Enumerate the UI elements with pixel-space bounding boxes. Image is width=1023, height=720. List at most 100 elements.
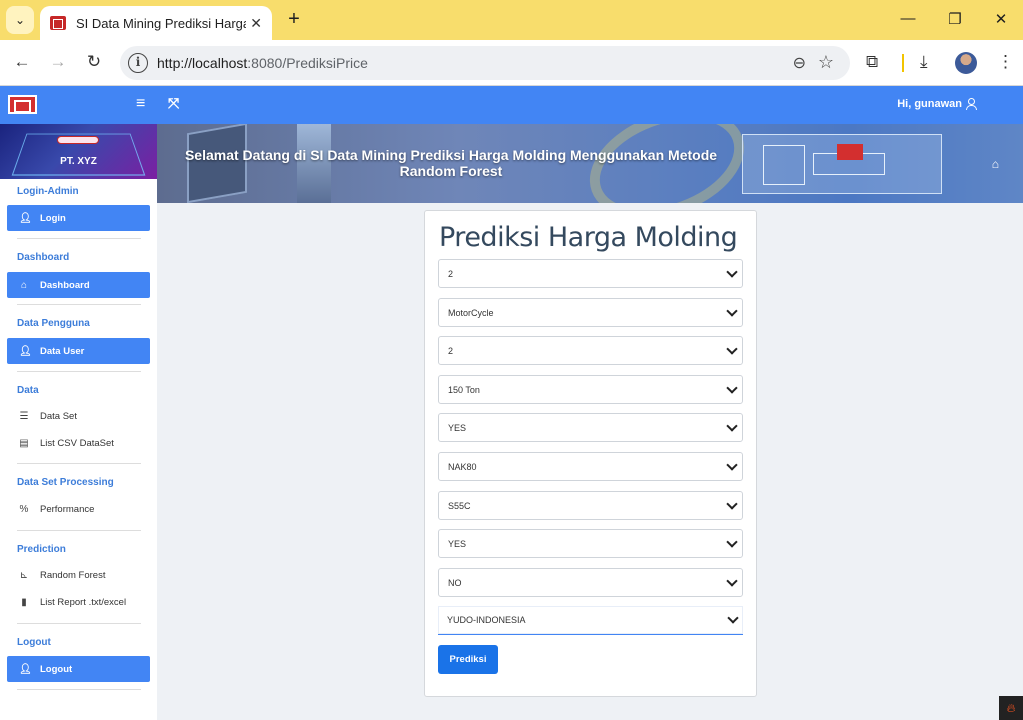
sidebar-divider	[17, 530, 141, 531]
sidebar-divider	[17, 371, 141, 372]
select-field-7[interactable]: S55C	[438, 491, 743, 520]
select-field-2[interactable]: MotorCycle	[438, 298, 743, 327]
sidebar-item-label: List CSV DataSet	[40, 438, 114, 449]
toolbar-separator	[902, 54, 904, 72]
company-name: PT. XYZ	[60, 156, 97, 167]
select-field-10[interactable]: YUDO-INDONESIA	[438, 606, 743, 635]
sidebar-item-list-report[interactable]: ▮ List Report .txt/excel	[19, 597, 126, 608]
tab-title: SI Data Mining Prediksi Harga M	[76, 15, 246, 31]
banner-machine-detail	[837, 144, 863, 160]
hamburger-menu-icon[interactable]: ≡	[136, 95, 145, 113]
user-greeting: Hi, gunawan	[897, 98, 962, 110]
section-logout: Logout	[17, 637, 51, 648]
sidebar-item-label: Logout	[40, 663, 73, 675]
chevron-down-icon	[726, 420, 738, 432]
sidebar-item-label: Login	[40, 212, 66, 224]
sidebar-item-label: Data Set	[40, 411, 77, 422]
profile-avatar[interactable]	[955, 52, 977, 74]
select-field-9[interactable]: NO	[438, 568, 743, 597]
url-text[interactable]: http://localhost:8080/PrediksiPrice	[157, 55, 368, 71]
section-processing: Data Set Processing	[17, 477, 114, 488]
site-favicon-icon	[50, 16, 66, 30]
sidebar-divider	[17, 463, 141, 464]
select-field-1[interactable]: 2	[438, 259, 743, 288]
sidebar-divider	[17, 689, 141, 690]
select-field-6[interactable]: NAK80	[438, 452, 743, 481]
reload-icon[interactable]: ↻	[83, 52, 105, 72]
new-tab-button[interactable]: +	[282, 8, 306, 32]
address-bar[interactable]: i http://localhost:8080/PrediksiPrice ⊖ …	[120, 46, 850, 80]
sidebar-item-logout[interactable]: 👤︎ Logout	[7, 656, 150, 682]
browser-menu-icon[interactable]: ⋮	[997, 52, 1014, 72]
sidebar-item-label: Dashboard	[40, 279, 90, 291]
forward-arrow-icon[interactable]: →	[47, 52, 69, 72]
sidebar-item-data-user[interactable]: 👤︎ Data User	[7, 338, 150, 364]
select-value: 2	[448, 345, 454, 356]
select-value: NAK80	[448, 461, 477, 472]
select-field-4[interactable]: 150 Ton	[438, 375, 743, 404]
sidebar-item-label: List Report .txt/excel	[40, 597, 127, 608]
user-menu[interactable]: Hi, gunawan	[897, 98, 977, 110]
sidebar-divider	[17, 623, 141, 624]
user-icon	[966, 98, 977, 110]
sidebar-company-banner: PT. XYZ	[0, 124, 157, 179]
bookmark-star-icon[interactable]: ☆	[818, 52, 834, 73]
tab-list-chevron-icon[interactable]: ⌄	[6, 6, 34, 34]
section-dashboard: Dashboard	[17, 252, 70, 263]
chevron-down-icon	[726, 266, 738, 278]
sidebar: PT. XYZ Login-Admin 👤︎ Login Dashboard ⌂…	[0, 124, 157, 720]
user-plus-icon: 👤︎	[19, 345, 32, 357]
app-navbar: ≡ ⤧ Hi, gunawan	[0, 86, 1023, 124]
select-field-3[interactable]: 2	[438, 336, 743, 365]
select-field-5[interactable]: YES	[438, 413, 743, 442]
window-restore-button[interactable]: ❐	[945, 10, 965, 28]
chart-icon: ⊾	[19, 570, 29, 581]
zoom-icon[interactable]: ⊖	[793, 53, 806, 73]
select-value: 2	[448, 268, 454, 279]
select-value: S55C	[448, 500, 471, 511]
company-badge-logo	[57, 136, 99, 144]
brand-logo[interactable]	[8, 95, 37, 114]
section-data: Data	[17, 385, 39, 396]
sidebar-item-label: Data User	[40, 345, 85, 357]
home-icon[interactable]: ⌂	[992, 157, 999, 171]
percent-icon: %	[19, 504, 29, 515]
window-close-button[interactable]: ✕	[991, 10, 1011, 28]
database-icon: ☰	[19, 411, 29, 422]
prediction-form-card: Prediksi Harga Molding 2 MotorCycle 2 15…	[424, 210, 757, 697]
sidebar-item-performance[interactable]: % Performance	[19, 504, 95, 515]
chevron-down-icon	[726, 498, 738, 510]
browser-toolbar: ← → ↻ i http://localhost:8080/PrediksiPr…	[0, 40, 1023, 86]
sidebar-item-list-csv[interactable]: ▤ List CSV DataSet	[19, 438, 114, 449]
sidebar-item-label: Performance	[40, 504, 95, 515]
select-value: YES	[448, 538, 467, 549]
section-prediction: Prediction	[17, 544, 66, 555]
url-path: :8080/PrediksiPrice	[247, 55, 368, 71]
browser-tab-bar: ⌄ SI Data Mining Prediksi Harga M ✕ + — …	[0, 0, 1023, 40]
site-info-icon[interactable]: i	[128, 53, 148, 73]
chevron-down-icon	[726, 575, 738, 587]
chevron-down-icon	[726, 536, 738, 548]
sidebar-item-random-forest[interactable]: ⊾ Random Forest	[19, 570, 106, 581]
download-icon[interactable]: ⤓	[920, 52, 928, 72]
flame-icon[interactable]: 🔥︎	[999, 696, 1023, 720]
sidebar-item-data-set[interactable]: ☰ Data Set	[19, 411, 77, 422]
sidebar-item-dashboard[interactable]: ⌂ Dashboard	[7, 272, 150, 298]
user-icon: 👤︎	[19, 663, 32, 675]
chevron-down-icon	[726, 382, 738, 394]
browser-tab[interactable]: SI Data Mining Prediksi Harga M ✕	[40, 6, 272, 40]
window-minimize-button[interactable]: —	[898, 10, 918, 27]
select-field-8[interactable]: YES	[438, 529, 743, 558]
url-host: http://localhost	[157, 55, 248, 71]
table-icon: ▤	[19, 438, 29, 449]
fullscreen-expand-icon[interactable]: ⤧	[168, 95, 179, 112]
tab-close-icon[interactable]: ✕	[250, 15, 262, 32]
select-value: YUDO-INDONESIA	[447, 615, 526, 625]
extensions-icon[interactable]: ⧉	[866, 52, 878, 72]
section-login-admin: Login-Admin	[17, 186, 79, 197]
sidebar-item-login[interactable]: 👤︎ Login	[7, 205, 150, 231]
sidebar-divider	[17, 238, 141, 239]
back-arrow-icon[interactable]: ←	[11, 52, 33, 72]
chevron-down-icon	[727, 612, 739, 624]
predict-button[interactable]: Prediksi	[438, 645, 498, 674]
